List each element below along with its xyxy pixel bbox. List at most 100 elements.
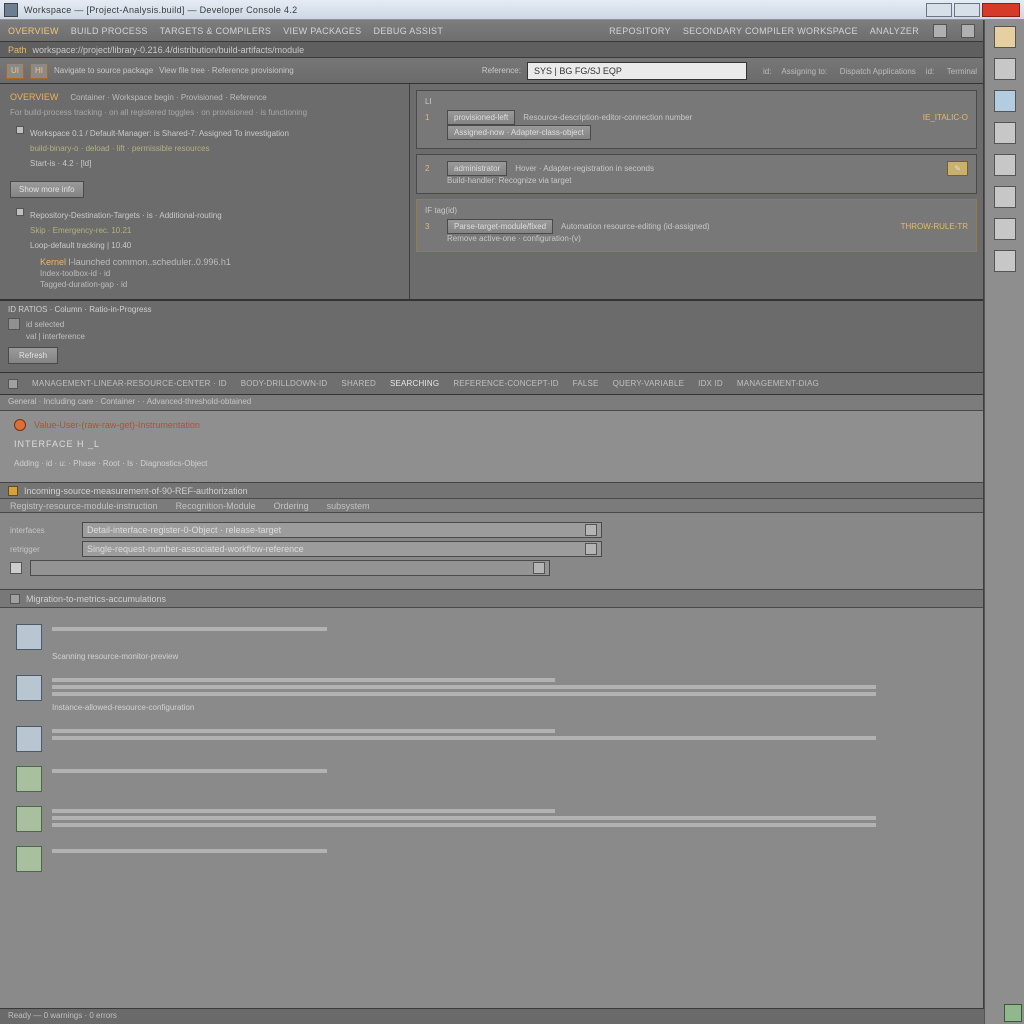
toolbar-label-1: Navigate to source package (54, 66, 153, 75)
bullet-icon (16, 208, 24, 216)
edit-icon[interactable]: ✎ (947, 161, 968, 176)
show-more-button[interactable]: Show more info (10, 181, 84, 198)
grid-icon[interactable] (961, 24, 975, 38)
tab-item[interactable]: Searching (390, 379, 439, 388)
kernel-val: I-launched common..scheduler..0.996.h1 (68, 257, 231, 267)
chip-hi[interactable]: HI (30, 63, 48, 79)
tab-item[interactable]: Reference-Concept-id (453, 379, 558, 388)
result-thumb-icon (16, 624, 42, 650)
refresh-button[interactable]: Refresh (8, 347, 58, 364)
maximize-button[interactable] (954, 3, 980, 17)
menu-packages[interactable]: View Packages (283, 26, 361, 36)
form-subtab[interactable]: Registry-resource-module-instruction (10, 501, 158, 511)
resize-grip-icon[interactable] (1004, 1004, 1022, 1022)
form-checkbox[interactable] (10, 562, 22, 574)
ratio-row: val | interference (26, 332, 85, 341)
tab-item[interactable]: body-drilldown-id (241, 379, 328, 388)
tab-item[interactable]: false (573, 379, 599, 388)
minimize-button[interactable] (926, 3, 952, 17)
bullet-icon (16, 126, 24, 134)
tab-item[interactable]: shared (341, 379, 376, 388)
overview-p2: build-binary-o · deload · lift · permiss… (30, 142, 289, 155)
form-subtab[interactable]: Ordering (274, 501, 309, 511)
form-select-retrigger[interactable]: Single-request-number-associated-workflo… (82, 541, 602, 557)
close-button[interactable] (982, 3, 1020, 17)
result-item[interactable] (16, 726, 967, 752)
overview-b2s: Skip · Emergency-rec. 10.21 (30, 224, 222, 237)
card-value: Hover · Adapter-registration in seconds (515, 164, 939, 173)
breadcrumb: Path workspace://project/library-0.216.4… (0, 42, 983, 58)
menu-debug[interactable]: Debug Assist (374, 26, 444, 36)
chevron-down-icon (585, 524, 597, 536)
result-thumb-icon (16, 675, 42, 701)
card-header: IF tag(id) (425, 206, 968, 215)
overview-panel: Overview Container · Workspace begin · P… (0, 84, 410, 299)
rail-icon-7[interactable] (994, 218, 1016, 240)
rail-icon-2[interactable] (994, 58, 1016, 80)
chevron-down-icon (585, 543, 597, 555)
menu-analyzer[interactable]: Analyzer (870, 26, 919, 36)
menu-repository[interactable]: Repository (609, 26, 671, 36)
message-sub: General · Including care · Container · ·… (0, 395, 983, 411)
card-sub[interactable]: Assigned-now · Adapter-class-object (447, 125, 591, 140)
result-thumb-icon (16, 846, 42, 872)
card-sub: Build-handler: Recognize via target (447, 176, 968, 185)
rail-icon-4[interactable] (994, 122, 1016, 144)
form-subtab[interactable]: Recognition-Module (176, 501, 256, 511)
overview-crumbs: Container · Workspace begin · Provisione… (70, 93, 266, 102)
search-input[interactable] (527, 62, 747, 80)
tab-item[interactable]: Query-variable (613, 379, 685, 388)
form-select-empty[interactable] (30, 560, 550, 576)
tab-strip: management-linear-resource-center · id b… (0, 373, 983, 395)
tab-item[interactable]: management-linear-resource-center · id (32, 379, 227, 388)
card-1[interactable]: LI 1 provisioned-left Resource-descripti… (416, 90, 977, 149)
rail-icon-1[interactable] (994, 26, 1016, 48)
message-panel: General · Including care · Container · ·… (0, 395, 983, 483)
result-item[interactable] (16, 806, 967, 832)
menu-overview[interactable]: Overview (8, 26, 59, 36)
overview-b2s2: Loop-default tracking | 10.40 (30, 239, 222, 252)
result-item[interactable]: Scanning resource-monitor-preview (16, 624, 967, 661)
menu-targets[interactable]: Targets & Compilers (160, 26, 272, 36)
tab-item[interactable]: management-diag (737, 379, 819, 388)
card-header: LI (425, 97, 968, 106)
result-item[interactable] (16, 846, 967, 872)
results-heading: Migration-to-metrics-accumulations (26, 594, 166, 604)
toolbar-tail: id:Assigning to: Dispatch Applicationsid… (753, 66, 977, 76)
form-subtab[interactable]: subsystem (327, 501, 370, 511)
rail-icon-5[interactable] (994, 154, 1016, 176)
result-note: Scanning resource-monitor-preview (52, 652, 967, 661)
result-thumb-icon (16, 806, 42, 832)
kernel-key: Kernel (40, 257, 66, 267)
result-item[interactable] (16, 766, 967, 792)
menu-build[interactable]: Build Process (71, 26, 148, 36)
settings-icon[interactable] (933, 24, 947, 38)
result-thumb-icon (16, 766, 42, 792)
card-index: 1 (425, 113, 439, 122)
rail-icon-6[interactable] (994, 186, 1016, 208)
main-menubar: Overview Build Process Targets & Compile… (0, 20, 983, 42)
menu-secondary[interactable]: Secondary Compiler Workspace (683, 26, 858, 36)
search-label: Reference: (482, 66, 521, 75)
overview-k3: Tagged-duration-gap · id (40, 280, 399, 289)
card-3[interactable]: IF tag(id) 3 Parse-target-module/fixed A… (416, 199, 977, 252)
window-title: Workspace — [Project-Analysis.build] — D… (24, 5, 297, 15)
cards-panel: LI 1 provisioned-left Resource-descripti… (410, 84, 983, 299)
checkbox-icon[interactable] (8, 318, 20, 330)
app-icon (4, 3, 18, 17)
results-icon (10, 594, 20, 604)
card-pill[interactable]: provisioned-left (447, 110, 515, 125)
tab-icon[interactable] (8, 379, 18, 389)
result-thumb-icon (16, 726, 42, 752)
rail-icon-3[interactable] (994, 90, 1016, 112)
card-2[interactable]: 2 administrator Hover · Adapter-registra… (416, 154, 977, 194)
card-end: THROW-RULE-TR (901, 222, 968, 231)
card-pill[interactable]: administrator (447, 161, 507, 176)
card-pill[interactable]: Parse-target-module/fixed (447, 219, 553, 234)
rail-icon-8[interactable] (994, 250, 1016, 272)
form-select-interfaces[interactable]: Detail-interface-register-0-Object · rel… (82, 522, 602, 538)
result-item[interactable]: Instance-allowed-resource-configuration (16, 675, 967, 712)
message-foot: Adding · id · u: · Phase · Root · Is · D… (14, 459, 969, 468)
tab-item[interactable]: idx id (698, 379, 723, 388)
chip-ui[interactable]: UI (6, 63, 24, 79)
